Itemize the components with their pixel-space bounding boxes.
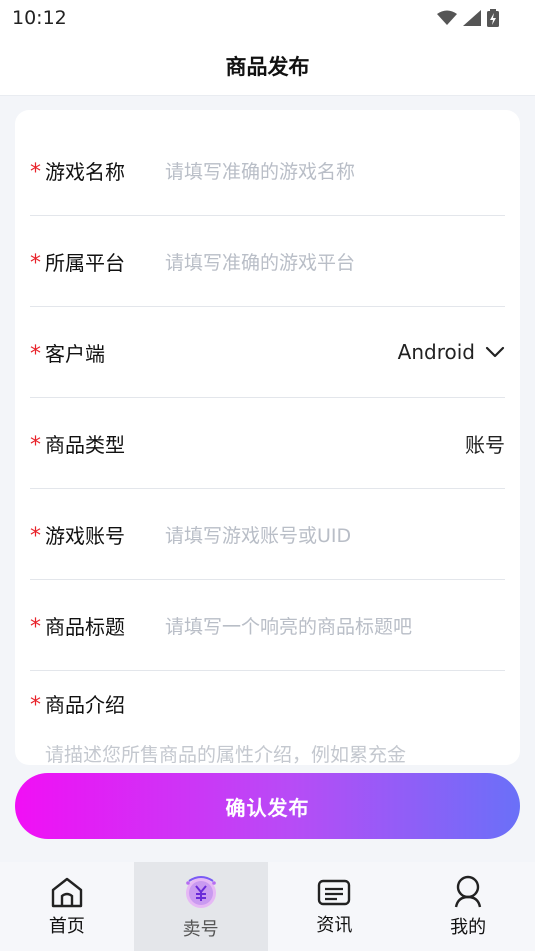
platform-label: 所属平台 — [45, 250, 125, 275]
game-name-input[interactable]: 请填写准确的游戏名称 — [165, 157, 355, 184]
game-name-label: 游戏名称 — [45, 159, 125, 184]
chevron-down-icon — [485, 346, 505, 358]
yen-sell-icon — [185, 875, 216, 908]
client-row[interactable]: * 客户端 Android — [30, 307, 505, 398]
confirm-publish-label: 确认发布 — [225, 795, 310, 820]
wifi-icon — [437, 10, 457, 25]
signal-icon — [463, 10, 481, 26]
product-title-row[interactable]: * 商品标题 请填写一个响亮的商品标题吧 — [30, 580, 505, 671]
game-account-label: 游戏账号 — [45, 523, 125, 548]
required-mark: * — [30, 523, 41, 549]
page-header: 商品发布 — [0, 36, 535, 96]
product-intro-label: 商品介绍 — [45, 692, 125, 717]
product-type-row[interactable]: * 商品类型 账号 — [30, 398, 505, 489]
home-icon — [51, 877, 83, 907]
product-intro-row: * 商品介绍 请描述您所售商品的属性介绍，例如累充金 — [30, 675, 505, 766]
product-title-input[interactable]: 请填写一个响亮的商品标题吧 — [165, 612, 412, 639]
game-name-row[interactable]: * 游戏名称 请填写准确的游戏名称 — [30, 125, 505, 216]
game-account-input[interactable]: 请填写游戏账号或UID — [165, 521, 351, 548]
tab-profile[interactable]: 我的 — [401, 862, 535, 951]
page-title: 商品发布 — [225, 54, 310, 79]
client-label: 客户端 — [45, 341, 105, 366]
client-value: Android — [397, 340, 475, 364]
product-title-label: 商品标题 — [45, 614, 125, 639]
required-mark: * — [30, 159, 41, 185]
product-intro-textarea[interactable]: 请描述您所售商品的属性介绍，例如累充金 — [30, 741, 505, 765]
tab-home[interactable]: 首页 — [0, 862, 134, 951]
game-account-row[interactable]: * 游戏账号 请填写游戏账号或UID — [30, 489, 505, 580]
product-type-value[interactable]: 账号 — [465, 429, 505, 458]
tab-profile-label: 我的 — [450, 916, 487, 938]
required-mark: * — [30, 614, 41, 640]
battery-icon — [487, 9, 499, 27]
news-icon — [318, 879, 351, 905]
bottom-tab-bar: 首页 卖号 资讯 我的 — [0, 862, 535, 951]
required-mark: * — [30, 341, 41, 367]
status-bar: 10:12 — [0, 0, 535, 36]
tab-news-label: 资讯 — [316, 914, 353, 936]
confirm-publish-button[interactable]: 确认发布 — [15, 773, 520, 839]
status-icons — [437, 9, 499, 27]
product-type-label: 商品类型 — [45, 432, 125, 457]
tab-home-label: 首页 — [48, 915, 85, 937]
required-mark: * — [30, 432, 41, 458]
platform-input[interactable]: 请填写准确的游戏平台 — [165, 248, 355, 275]
tab-sell-label: 卖号 — [182, 918, 219, 940]
status-time: 10:12 — [12, 7, 67, 29]
tab-sell[interactable]: 卖号 — [133, 862, 268, 951]
client-select[interactable]: Android — [398, 340, 505, 364]
platform-row[interactable]: * 所属平台 请填写准确的游戏平台 — [30, 216, 505, 307]
tab-news[interactable]: 资讯 — [268, 862, 402, 951]
publish-form-card: * 游戏名称 请填写准确的游戏名称 * 所属平台 请填写准确的游戏平台 * 客户… — [15, 110, 520, 765]
required-mark: * — [30, 692, 41, 718]
profile-icon — [454, 875, 482, 907]
required-mark: * — [30, 250, 41, 276]
